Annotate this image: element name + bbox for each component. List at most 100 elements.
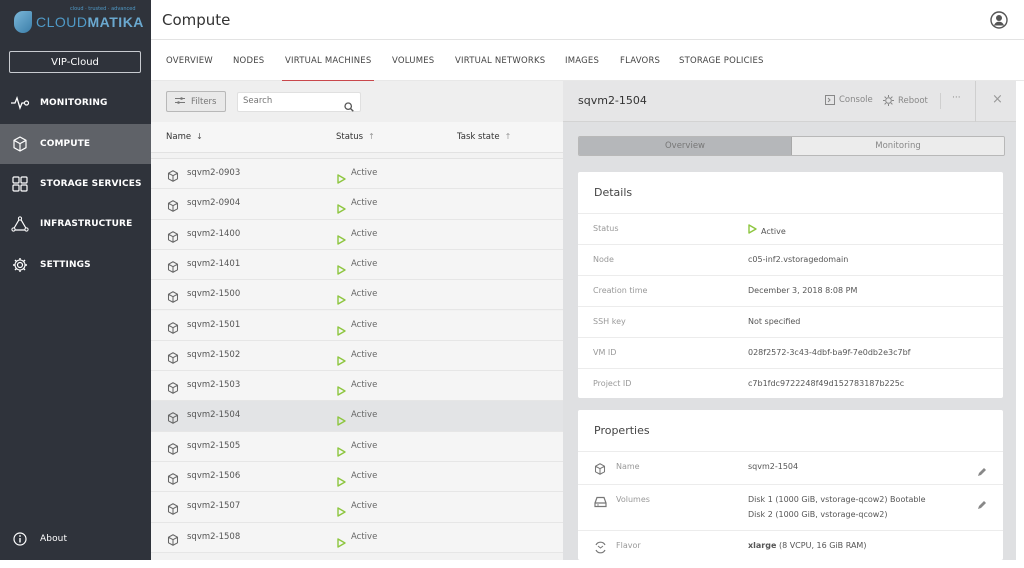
cube-icon (167, 288, 179, 307)
vm-name: sqvm2-0903 (187, 168, 241, 178)
vm-name: sqvm2-1501 (187, 319, 241, 330)
reboot-label: Reboot (898, 95, 928, 106)
logo-text: CLOUD (36, 14, 88, 30)
tab-virtual-machines[interactable]: VIRTUAL MACHINES (281, 56, 375, 82)
volume-disk-1: Disk 1 (1000 GiB, vstorage-qcow2) Bootab… (748, 495, 926, 504)
sidebar-item-storage-services[interactable]: STORAGE SERVICES (0, 164, 151, 204)
detail-row: Status Active (578, 213, 1003, 244)
vm-name: sqvm2-1502 (187, 349, 241, 360)
sidebar-item-infrastructure[interactable]: INFRASTRUCTURE (0, 204, 151, 244)
main-content: Compute OVERVIEW NODES VIRTUAL MACHINES … (151, 0, 1024, 560)
active-status-icon (748, 224, 757, 236)
cube-icon (594, 460, 606, 479)
edit-volumes-pencil-icon[interactable] (977, 495, 987, 514)
vm-status: Active (351, 471, 378, 481)
segment-monitoring[interactable]: Monitoring (792, 137, 1004, 155)
table-row[interactable]: sqvm2-1502 Active (151, 340, 563, 372)
cube-icon (167, 470, 179, 489)
tab-flavors[interactable]: FLAVORS (620, 56, 660, 66)
detail-header: sqvm2-1504 Console Reboot ··· × (563, 81, 1016, 122)
detail-value: c7b1fdc9722248f49d152783187b225c (748, 379, 905, 388)
search-input[interactable] (243, 96, 338, 106)
vm-status: Active (351, 228, 378, 239)
table-row[interactable]: sqvm2-1507 Active (151, 492, 563, 523)
table-row[interactable]: sqvm2-0904 Active (151, 189, 563, 220)
logo-tagline: cloud · trusted · advanced (70, 6, 136, 12)
table-row[interactable]: sqvm2-1501 Active (151, 310, 563, 341)
cloudmatika-logo-icon (14, 11, 32, 33)
table-row[interactable]: sqvm2-1503 Active (151, 371, 563, 402)
detail-value: 028f2572-3c43-4dbf-ba9f-7e0db2e3c7bf (748, 348, 911, 357)
tab-nodes[interactable]: NODES (233, 56, 264, 66)
sidebar-item-settings[interactable]: SETTINGS (0, 245, 151, 285)
active-status-icon (337, 290, 346, 309)
sidebar-item-about[interactable]: About (0, 519, 151, 559)
user-account-icon[interactable] (990, 11, 1008, 29)
status-text: Active (761, 227, 786, 236)
project-selector[interactable]: VIP-Cloud (9, 51, 141, 73)
vm-name: sqvm2-1504 (187, 410, 241, 421)
detail-view-toggle: Overview Monitoring (578, 136, 1005, 156)
table-row[interactable]: sqvm2-1400 Active (151, 219, 563, 250)
reboot-button[interactable]: Reboot (883, 95, 928, 106)
tab-images[interactable]: IMAGES (565, 56, 599, 66)
property-flavor-row: Flavor xlarge (8 VCPU, 16 GiB RAM) (578, 530, 1003, 560)
table-row[interactable]: sqvm2-0903 Active (151, 159, 563, 190)
cube-icon (167, 197, 179, 216)
tab-storage-policies[interactable]: STORAGE POLICIES (679, 56, 764, 66)
flavor-name: xlarge (748, 541, 777, 550)
logo[interactable]: CLOUDMATIKA cloud · trusted · advanced (14, 6, 144, 36)
sidebar-item-compute[interactable]: COMPUTE (0, 124, 151, 164)
filters-button[interactable]: Filters (166, 91, 226, 112)
sidebar-item-monitoring[interactable]: MONITORING (0, 83, 151, 123)
column-label: Status (336, 132, 364, 142)
console-icon (825, 95, 835, 105)
segment-overview[interactable]: Overview (579, 137, 792, 155)
detail-key: Project ID (593, 379, 632, 388)
column-header-task-state[interactable]: Task state ↑ (457, 132, 511, 142)
detail-key: Creation time (593, 286, 648, 295)
table-row[interactable]: sqvm2-1401 Active (151, 249, 563, 281)
vm-name: sqvm2-1507 (187, 501, 241, 512)
table-row[interactable]: sqvm2-1500 Active (151, 280, 563, 311)
vm-name: sqvm2-1508 (187, 531, 241, 542)
vm-name: sqvm2-1401 (187, 258, 241, 269)
table-header: Name ↓ Status ↑ Task state ↑ (151, 122, 563, 153)
close-button[interactable]: × (992, 92, 1003, 107)
search-box[interactable] (237, 92, 361, 112)
detail-value: Not specified (748, 317, 801, 326)
vm-name: sqvm2-1400 (187, 228, 241, 239)
active-status-icon (337, 169, 346, 188)
flavor-icon (594, 539, 607, 558)
active-status-icon (337, 351, 346, 370)
detail-key: Status (593, 224, 619, 233)
tab-bar: OVERVIEW NODES VIRTUAL MACHINES VOLUMES … (151, 41, 1024, 82)
column-header-name[interactable]: Name ↓ (166, 132, 203, 142)
more-actions-button[interactable]: ··· (952, 93, 961, 103)
cube-icon (167, 379, 179, 398)
table-row[interactable]: sqvm2-1506 Active (151, 462, 563, 493)
sidebar-item-label: INFRASTRUCTURE (40, 219, 133, 229)
cube-icon (167, 228, 179, 247)
vm-status: Active (351, 440, 378, 451)
table-row[interactable]: sqvm2-1508 Active (151, 522, 563, 553)
tab-volumes[interactable]: VOLUMES (392, 56, 434, 66)
tab-virtual-networks[interactable]: VIRTUAL NETWORKS (455, 56, 545, 66)
column-header-status[interactable]: Status ↑ (336, 132, 375, 142)
app-window: CLOUDMATIKA cloud · trusted · advanced V… (0, 0, 1024, 560)
search-icon[interactable] (344, 97, 354, 116)
console-button[interactable]: Console (825, 95, 873, 105)
table-row[interactable]: sqvm2-1504 Active (151, 401, 563, 432)
tab-overview[interactable]: OVERVIEW (166, 56, 213, 66)
table-row[interactable]: sqvm2-1505 Active (151, 431, 563, 462)
active-status-icon (337, 442, 346, 461)
active-status-icon (337, 502, 346, 521)
edit-name-pencil-icon[interactable] (977, 462, 987, 481)
active-status-icon (337, 321, 346, 340)
active-status-icon (337, 411, 346, 430)
detail-value: December 3, 2018 8:08 PM (748, 286, 858, 295)
page-title: Compute (162, 11, 231, 29)
cube-icon (167, 319, 179, 338)
vm-name: sqvm2-0904 (187, 198, 241, 209)
grid-icon (10, 174, 30, 194)
